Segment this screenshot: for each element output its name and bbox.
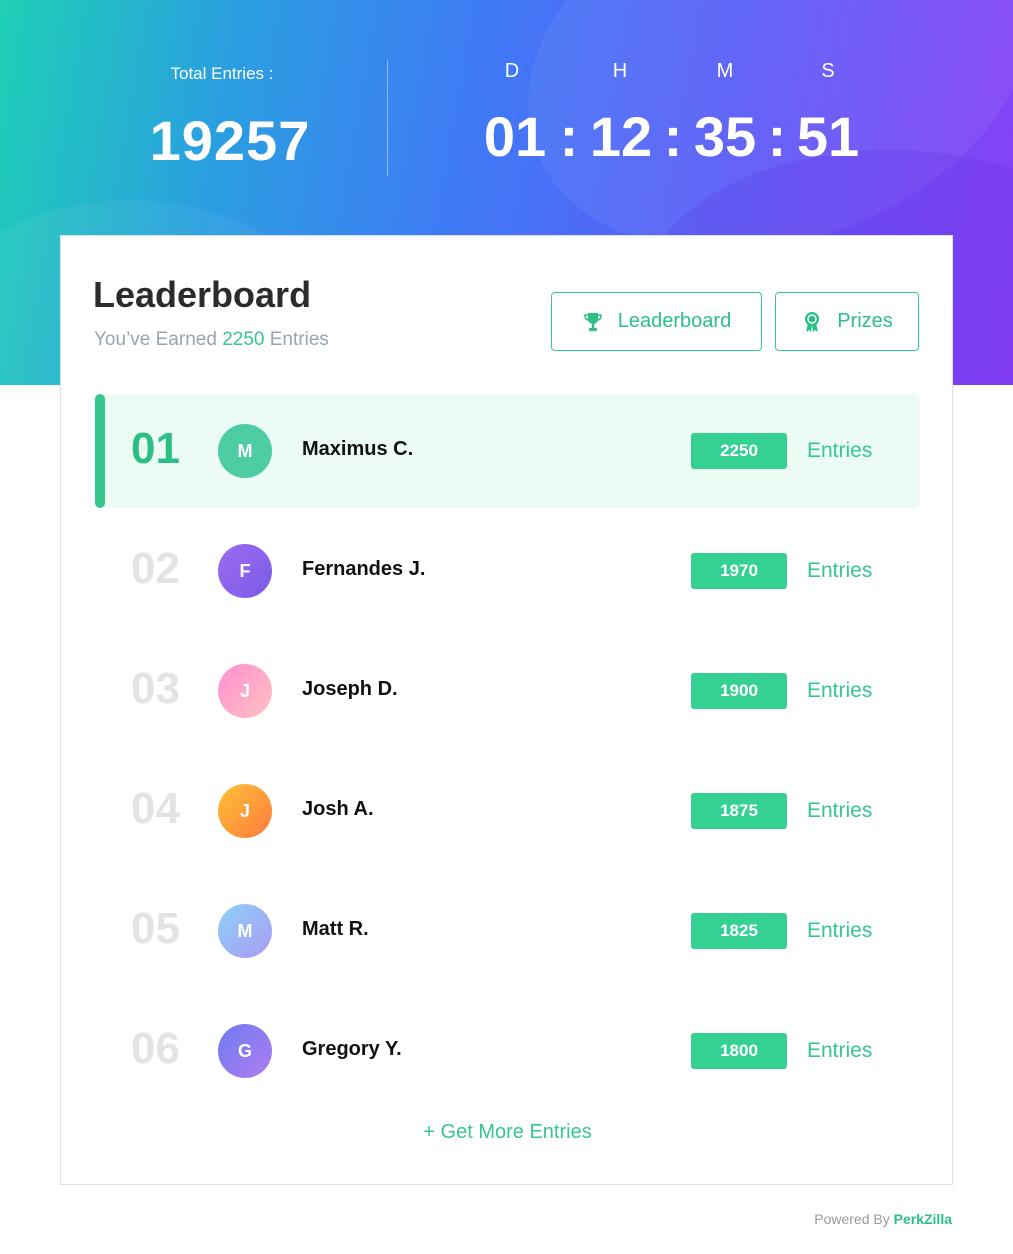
entries-badge: 1800 bbox=[691, 1033, 787, 1069]
tab-leaderboard-label: Leaderboard bbox=[617, 310, 732, 332]
avatar: F bbox=[218, 544, 272, 598]
powered-by-text: Powered By bbox=[814, 1211, 890, 1227]
tab-prizes-label: Prizes bbox=[837, 310, 893, 332]
entries-unit: Entries bbox=[807, 1039, 873, 1062]
countdown-days-value: 01 bbox=[483, 105, 547, 168]
entries-unit: Entries bbox=[807, 559, 873, 582]
award-ribbon-icon bbox=[801, 311, 823, 333]
countdown-seconds-label: S bbox=[821, 60, 835, 82]
entries-unit: Entries bbox=[807, 679, 873, 702]
player-name: Fernandes J. bbox=[302, 558, 426, 580]
earned-entries-text: You’ve Earned 2250 Entries bbox=[94, 329, 329, 351]
countdown-seconds-value: 51 bbox=[796, 105, 860, 168]
total-entries-label: Total Entries : bbox=[170, 64, 274, 83]
trophy-icon bbox=[582, 311, 604, 333]
avatar: M bbox=[218, 424, 272, 478]
countdown-hours-value: 12 bbox=[589, 105, 653, 168]
leaderboard-card: Leaderboard You’ve Earned 2250 Entries L… bbox=[60, 235, 953, 1185]
entries-badge: 1970 bbox=[691, 553, 787, 589]
player-name: Josh A. bbox=[302, 798, 374, 820]
total-entries-value: 19257 bbox=[149, 109, 311, 172]
countdown-days-label: D bbox=[504, 60, 520, 82]
avatar: M bbox=[218, 904, 272, 958]
brand-link[interactable]: PerkZilla bbox=[894, 1211, 952, 1227]
rank-number: 01 bbox=[131, 424, 180, 473]
countdown-hours-label: H bbox=[612, 60, 628, 82]
active-row-indicator bbox=[95, 394, 105, 508]
earned-prefix: You’ve Earned bbox=[94, 329, 217, 350]
entries-badge: 1875 bbox=[691, 793, 787, 829]
player-name: Matt R. bbox=[302, 918, 369, 940]
earned-suffix: Entries bbox=[269, 329, 329, 350]
entries-badge: 1825 bbox=[691, 913, 787, 949]
powered-by: Powered By PerkZilla bbox=[760, 1211, 952, 1227]
rank-number: 06 bbox=[131, 1024, 180, 1073]
player-name: Joseph D. bbox=[302, 678, 398, 700]
hero-divider bbox=[387, 60, 388, 176]
rank-number: 04 bbox=[131, 784, 180, 833]
entries-badge: 2250 bbox=[691, 433, 787, 469]
get-more-entries-link[interactable]: + Get More Entries bbox=[61, 1121, 954, 1144]
tab-leaderboard[interactable]: Leaderboard bbox=[551, 292, 762, 351]
leaderboard-row[interactable]: 05 M Matt R. 1825 Entries bbox=[95, 874, 920, 988]
leaderboard-row[interactable]: 03 J Joseph D. 1900 Entries bbox=[95, 634, 920, 748]
leaderboard-row[interactable]: 04 J Josh A. 1875 Entries bbox=[95, 754, 920, 868]
rank-number: 02 bbox=[131, 544, 180, 593]
player-name: Gregory Y. bbox=[302, 1038, 402, 1060]
leaderboard-row[interactable]: 06 G Gregory Y. 1800 Entries bbox=[95, 994, 920, 1108]
rank-number: 05 bbox=[131, 904, 180, 953]
leaderboard-row[interactable]: 01 M Maximus C. 2250 Entries bbox=[95, 394, 920, 508]
entries-unit: Entries bbox=[807, 439, 873, 462]
rank-number: 03 bbox=[131, 664, 180, 713]
entries-badge: 1900 bbox=[691, 673, 787, 709]
avatar: J bbox=[218, 784, 272, 838]
avatar: G bbox=[218, 1024, 272, 1078]
entries-unit: Entries bbox=[807, 799, 873, 822]
entries-unit: Entries bbox=[807, 919, 873, 942]
tab-prizes[interactable]: Prizes bbox=[775, 292, 919, 351]
countdown-minutes-label: M bbox=[716, 60, 734, 82]
player-name: Maximus C. bbox=[302, 438, 414, 460]
countdown-minutes-value: 35 bbox=[693, 105, 757, 168]
avatar: J bbox=[218, 664, 272, 718]
earned-value: 2250 bbox=[222, 329, 265, 350]
leaderboard-row[interactable]: 02 F Fernandes J. 1970 Entries bbox=[95, 514, 920, 628]
card-title: Leaderboard bbox=[93, 274, 312, 315]
